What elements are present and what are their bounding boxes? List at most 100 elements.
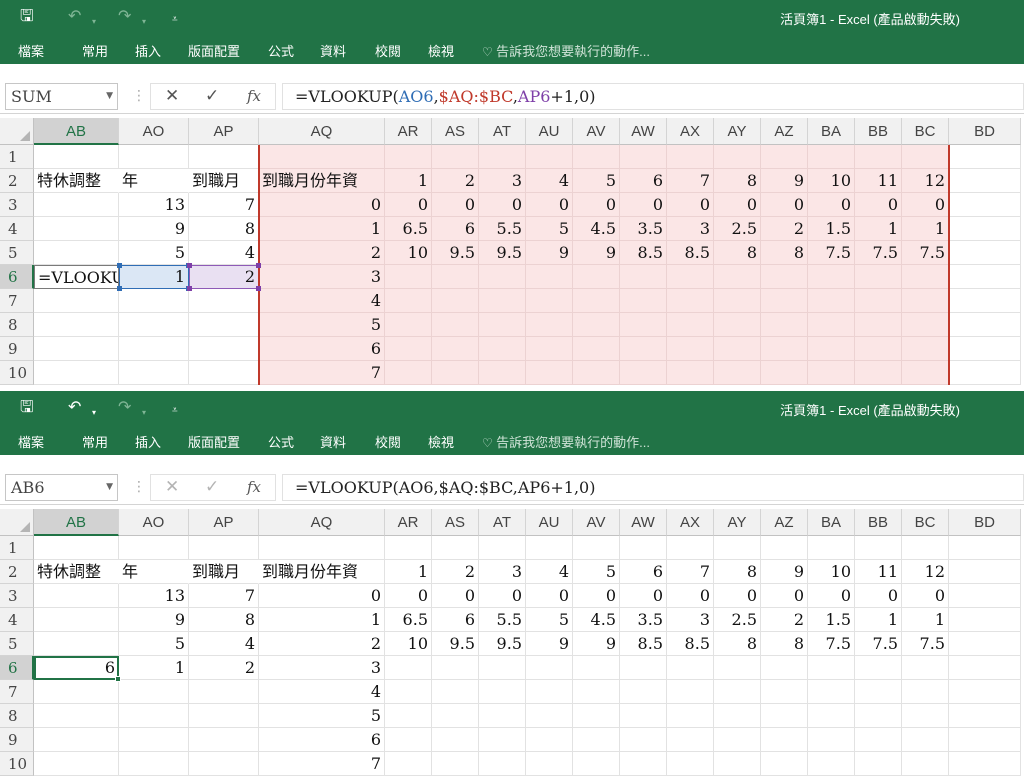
cell-as3[interactable]: 0: [432, 193, 479, 217]
cell-ay9[interactable]: [714, 337, 761, 361]
cell-bc1[interactable]: [902, 145, 949, 169]
ribbon-tab[interactable]: 版面配置: [188, 41, 240, 60]
column-header-ab[interactable]: AB: [34, 118, 119, 145]
cell-as9[interactable]: [432, 337, 479, 361]
cell-bd5[interactable]: [949, 241, 1021, 265]
cell-bb4[interactable]: 1: [855, 608, 902, 632]
cell-ab10[interactable]: [34, 752, 119, 776]
cell-as4[interactable]: 6: [432, 217, 479, 241]
cell-az8[interactable]: [761, 704, 808, 728]
cell-ar3[interactable]: 0: [385, 193, 432, 217]
cell-bb8[interactable]: [855, 313, 902, 337]
cell-as8[interactable]: [432, 704, 479, 728]
cell-av2[interactable]: 5: [573, 560, 620, 584]
column-header-az[interactable]: AZ: [761, 509, 808, 536]
row-header-9[interactable]: 9: [0, 728, 34, 752]
cell-ay6[interactable]: [714, 265, 761, 289]
cell-av4[interactable]: 4.5: [573, 608, 620, 632]
cell-bd4[interactable]: [949, 217, 1021, 241]
cell-ar3[interactable]: 0: [385, 584, 432, 608]
cell-az10[interactable]: [761, 752, 808, 776]
cell-bc7[interactable]: [902, 680, 949, 704]
cell-au9[interactable]: [526, 728, 573, 752]
cell-ba1[interactable]: [808, 145, 855, 169]
cell-au6[interactable]: [526, 656, 573, 680]
row-header-7[interactable]: 7: [0, 289, 34, 313]
ribbon-tab[interactable]: 公式: [268, 432, 294, 451]
cell-bc10[interactable]: [902, 361, 949, 385]
cell-bb1[interactable]: [855, 145, 902, 169]
cell-aw10[interactable]: [620, 361, 667, 385]
cell-ab3[interactable]: [34, 193, 119, 217]
cell-ar2[interactable]: 1: [385, 560, 432, 584]
row-header-5[interactable]: 5: [0, 632, 34, 656]
column-header-bc[interactable]: BC: [902, 509, 949, 536]
cell-ab3[interactable]: [34, 584, 119, 608]
cell-ao5[interactable]: 5: [119, 632, 189, 656]
cell-ap7[interactable]: [189, 289, 259, 313]
cell-ar6[interactable]: [385, 265, 432, 289]
cell-as4[interactable]: 6: [432, 608, 479, 632]
ribbon-tab[interactable]: 公式: [268, 41, 294, 60]
row-header-7[interactable]: 7: [0, 680, 34, 704]
cell-ap8[interactable]: [189, 313, 259, 337]
cell-at6[interactable]: [479, 265, 526, 289]
select-all-button[interactable]: [0, 118, 34, 145]
cell-au7[interactable]: [526, 680, 573, 704]
cell-ba4[interactable]: 1.5: [808, 217, 855, 241]
row-header-2[interactable]: 2: [0, 169, 34, 193]
column-header-ap[interactable]: AP: [189, 509, 259, 536]
cell-ar2[interactable]: 1: [385, 169, 432, 193]
cell-bc7[interactable]: [902, 289, 949, 313]
cell-aw2[interactable]: 6: [620, 560, 667, 584]
reference-handle[interactable]: [256, 286, 261, 291]
cell-ax3[interactable]: 0: [667, 584, 714, 608]
cell-av9[interactable]: [573, 728, 620, 752]
cell-bd8[interactable]: [949, 313, 1021, 337]
cell-ao4[interactable]: 9: [119, 217, 189, 241]
cell-bd7[interactable]: [949, 680, 1021, 704]
cell-aq6[interactable]: 3: [259, 656, 385, 680]
customize-icon[interactable]: ⩡: [172, 401, 178, 421]
cell-as9[interactable]: [432, 728, 479, 752]
undo-icon[interactable]: ↶: [68, 398, 81, 418]
cell-az7[interactable]: [761, 680, 808, 704]
row-header-4[interactable]: 4: [0, 217, 34, 241]
cell-aq5[interactable]: 2: [259, 632, 385, 656]
chevron-down-icon[interactable]: ▼: [106, 475, 113, 500]
column-header-ba[interactable]: BA: [808, 118, 855, 145]
cell-ba3[interactable]: 0: [808, 584, 855, 608]
formula-input[interactable]: =VLOOKUP(AO6,$AQ:$BC,AP6+1,0): [282, 83, 1024, 110]
cell-aq9[interactable]: 6: [259, 728, 385, 752]
cell-az2[interactable]: 9: [761, 169, 808, 193]
cell-ar10[interactable]: [385, 361, 432, 385]
cell-aq8[interactable]: 5: [259, 313, 385, 337]
cell-bc2[interactable]: 12: [902, 169, 949, 193]
cell-ay7[interactable]: [714, 289, 761, 313]
cell-ba10[interactable]: [808, 752, 855, 776]
cell-ax10[interactable]: [667, 752, 714, 776]
cell-au5[interactable]: 9: [526, 632, 573, 656]
cell-bb5[interactable]: 7.5: [855, 632, 902, 656]
cell-ba6[interactable]: [808, 265, 855, 289]
row-header-8[interactable]: 8: [0, 704, 34, 728]
column-header-as[interactable]: AS: [432, 509, 479, 536]
cell-au10[interactable]: [526, 752, 573, 776]
undo-dropdown-icon[interactable]: ▾: [92, 12, 96, 32]
cell-ba10[interactable]: [808, 361, 855, 385]
name-box[interactable]: SUM ▼: [5, 83, 118, 110]
cell-ay10[interactable]: [714, 361, 761, 385]
ribbon-tab[interactable]: 校閱: [375, 41, 401, 60]
cell-ap10[interactable]: [189, 752, 259, 776]
cell-ba3[interactable]: 0: [808, 193, 855, 217]
cell-aw8[interactable]: [620, 704, 667, 728]
cell-az5[interactable]: 8: [761, 241, 808, 265]
cell-ba8[interactable]: [808, 313, 855, 337]
cell-ap4[interactable]: 8: [189, 217, 259, 241]
cell-ap6[interactable]: 2: [189, 656, 259, 680]
cell-au7[interactable]: [526, 289, 573, 313]
select-all-button[interactable]: [0, 509, 34, 536]
column-header-au[interactable]: AU: [526, 509, 573, 536]
cell-at10[interactable]: [479, 361, 526, 385]
row-header-8[interactable]: 8: [0, 313, 34, 337]
